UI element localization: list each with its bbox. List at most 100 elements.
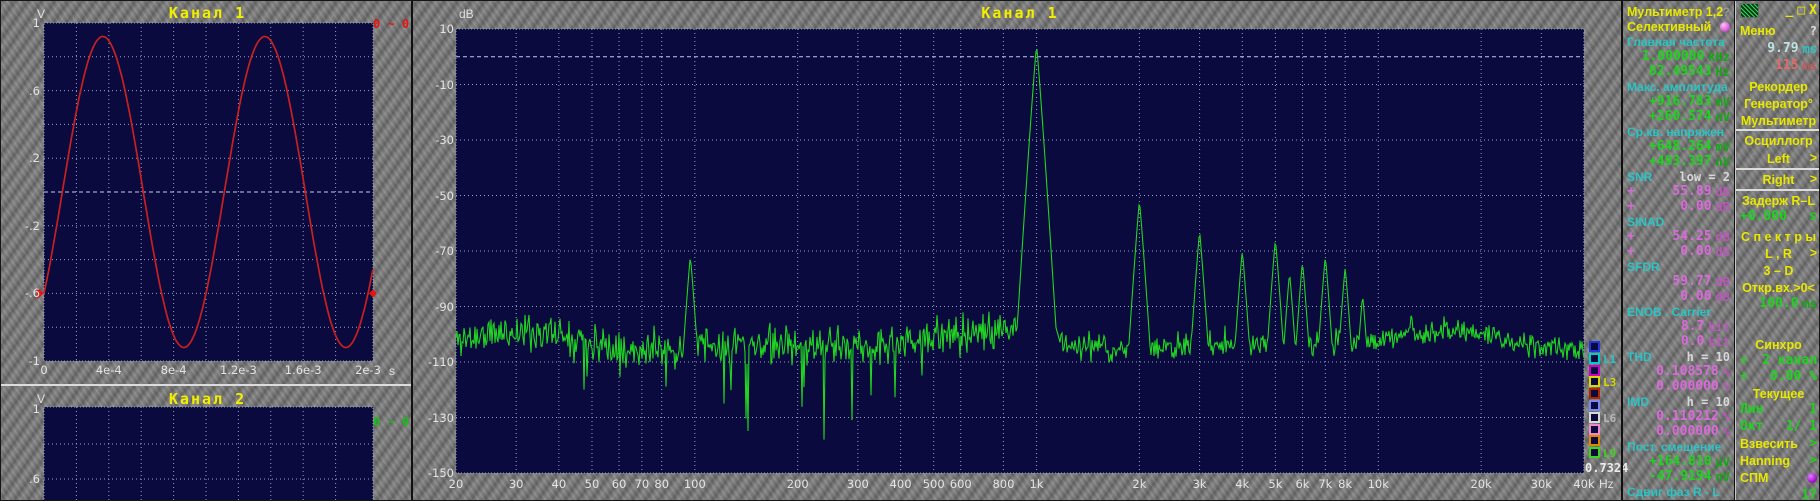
readout-record-time: 115 ms — [1738, 58, 1819, 74]
maximize-button[interactable]: □ — [1797, 3, 1805, 18]
spectrum-x-tick: 4k — [1235, 477, 1250, 491]
text: Left — [1767, 152, 1790, 166]
spectrum-x-tick: 20 — [448, 477, 464, 491]
legend-label-L6: L6 — [1603, 411, 1617, 425]
legend-swatch-6[interactable] — [1589, 400, 1600, 411]
menu-item-current[interactable]: Текущее — [1738, 385, 1819, 401]
legend-swatch-7[interactable] — [1589, 411, 1600, 423]
value-window-time: 100.0 ms — [1738, 296, 1819, 312]
menu-item-open-input[interactable]: Откр.вх.>0< — [1738, 279, 1819, 295]
legend-swatch-4[interactable] — [1589, 376, 1600, 388]
text: 0.00 — [1680, 289, 1712, 304]
text: bit — [1708, 319, 1730, 334]
legend-swatch-8[interactable] — [1589, 423, 1600, 435]
legend-swatch-3[interactable] — [1589, 364, 1600, 376]
text: % — [1722, 424, 1730, 439]
label-dc-offset: Пост. смещение — [1625, 439, 1732, 455]
text: 8.7 — [1680, 319, 1705, 334]
spectrum-y-tick: -10 — [435, 77, 454, 92]
text: 59.77 — [1672, 274, 1712, 289]
value-dc-offset-1: +164.810 µV — [1625, 454, 1732, 470]
text: 1/ 1 — [1785, 419, 1817, 434]
menu-item-2-channel[interactable]: +2 канал — [1738, 353, 1819, 369]
menu-item-sync[interactable]: Синхро — [1738, 336, 1819, 352]
text: 0.000000 — [1656, 424, 1719, 439]
value-enob-1: 8.7 bit — [1625, 319, 1732, 335]
text: low = 2 — [1679, 169, 1730, 184]
menu-item-oscilloscope[interactable]: Осциллогр — [1738, 132, 1819, 148]
text: 2 канал — [1762, 353, 1817, 368]
spectrum-y-tick: 10 — [439, 22, 454, 36]
label-snr: SNR low = 2 — [1625, 169, 1732, 185]
text: nV — [1715, 109, 1730, 124]
text: С п е к т р ы — [1740, 230, 1817, 244]
spectrum-y-tick: -50 — [435, 188, 454, 203]
spectrum-x-tick: 6k — [1295, 477, 1310, 491]
legend-swatch-1[interactable] — [1589, 341, 1600, 352]
scope1-x-tick: 4e-4 — [95, 363, 122, 377]
menu-item-generator[interactable]: Генератор° — [1738, 95, 1819, 111]
menu-item-3d[interactable]: 3 – D — [1738, 262, 1819, 278]
text: +648.264 — [1648, 139, 1712, 154]
label-imd: IMD h = 10 — [1625, 394, 1732, 410]
text: nV — [1715, 469, 1730, 484]
window-controls[interactable]: _ □ X — [1738, 3, 1819, 19]
legend-swatch-5[interactable] — [1589, 388, 1600, 400]
text: 9.79 — [1767, 41, 1799, 56]
minimize-button[interactable]: _ — [1786, 3, 1794, 18]
text: > — [1809, 436, 1817, 451]
menu-item-hanning[interactable]: Hanning > — [1738, 453, 1819, 469]
menu-item-lin[interactable]: Лин 1 — [1738, 402, 1819, 418]
menu-item-lr[interactable]: L , R > — [1738, 245, 1819, 262]
legend-swatch-10[interactable] — [1589, 447, 1600, 459]
menu-item-multimeter[interactable]: Мультиметр — [1738, 112, 1819, 128]
value-sync-percent: +0.00 % — [1738, 369, 1819, 385]
text: 0.108578 — [1656, 364, 1719, 379]
text: dB — [1715, 289, 1730, 304]
spectrum-y-tick: -30 — [435, 133, 454, 147]
spectrum-x-tick: 40 — [551, 477, 567, 491]
scope1-marker-readout: 0 ~ 0 — [373, 17, 410, 31]
menu-item-spm[interactable]: СПМ — [1738, 470, 1819, 486]
scope1-y-tick: 1 — [32, 16, 40, 30]
menu-item-spectra[interactable]: С п е к т р ы — [1738, 228, 1819, 244]
menu-item-oct[interactable]: Окт 1/ 1 — [1738, 419, 1819, 435]
menu-item-menu[interactable]: Меню? — [1738, 23, 1819, 39]
spectrum-x-tick: 60 — [611, 477, 627, 491]
menu-item-right[interactable]: Right > — [1738, 171, 1819, 188]
value-max-amplitude-2: +260.574 nV — [1625, 109, 1732, 125]
spectrum-x-tick: 100 — [683, 477, 706, 491]
close-button[interactable]: X — [1809, 3, 1817, 18]
menu-item-weighting[interactable]: Взвесить > — [1738, 436, 1819, 452]
text: Генератор° — [1744, 97, 1813, 111]
text: Hz — [1715, 64, 1730, 79]
menu-item-left[interactable]: Left > — [1738, 150, 1819, 167]
measurement-panel: Мультиметр 1,2? Селективный Главная частот… — [1623, 1, 1734, 500]
legend-swatch-9[interactable] — [1589, 435, 1600, 447]
spectrum-x-tick: 200 — [786, 477, 809, 491]
scope1-x-tick: 8e-4 — [160, 363, 187, 377]
text: 17 — [1801, 488, 1817, 501]
scope2-y-tick: .6 — [29, 472, 40, 486]
spectrum-x-tick: 70 — [634, 477, 650, 491]
spectrum-x-tick: 3k — [1192, 477, 1207, 491]
spectrum-x-tick: 600 — [949, 477, 972, 491]
scope1-title: Канал 1 — [168, 4, 247, 22]
menu-item-delay-rl[interactable]: Задерж R–L — [1738, 192, 1819, 208]
text: 1.000000 — [1641, 49, 1705, 64]
value-snr-2: +0.00 dB — [1625, 199, 1732, 215]
spectrum-x-tick: 30k — [1530, 477, 1552, 491]
text: 1 — [1809, 402, 1817, 417]
menu-item-recorder[interactable]: Рекордер — [1738, 78, 1819, 94]
spectrum-y-tick: -130 — [427, 410, 454, 425]
spm-indicator — [1807, 472, 1817, 483]
spectrum-x-tick: 400 — [889, 477, 912, 491]
value-main-frequency-2: 82.49543 Hz — [1625, 64, 1732, 80]
text: Рекордер — [1749, 80, 1808, 94]
legend-swatch-2[interactable] — [1589, 352, 1600, 364]
value-sinad-1: +54.25 dB — [1625, 229, 1732, 245]
readout-frame-time: 9.79 ms — [1738, 41, 1819, 57]
text: 0.110212 — [1656, 409, 1719, 424]
text: dB — [1715, 199, 1730, 214]
text: ? — [1809, 23, 1817, 38]
